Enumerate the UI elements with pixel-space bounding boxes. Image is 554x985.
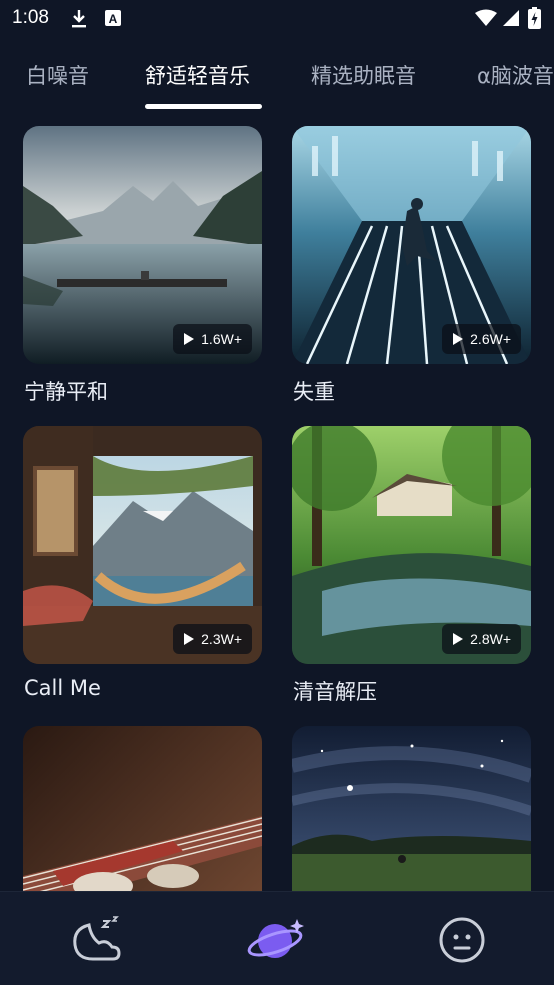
planet-icon (247, 919, 304, 958)
status-time: 1:08 (12, 7, 49, 28)
play-count: 1.6W+ (201, 331, 242, 347)
card-title: 宁静平和 (24, 380, 108, 404)
nav-profile-tab[interactable] (430, 912, 494, 968)
tab-sleep-sounds[interactable]: 精选助眠音 (311, 60, 416, 90)
play-count-badge: 2.3W+ (173, 624, 252, 654)
card-thumbnail: 2.3W+ (23, 426, 262, 664)
card-thumbnail: 2.8W+ (292, 426, 531, 664)
card-title: Call Me (24, 676, 101, 700)
card-thumbnail: 1.6W+ (23, 126, 262, 364)
music-card[interactable]: 1.6W+ 宁静平和 (23, 126, 262, 404)
bottom-navigation (0, 891, 554, 985)
play-icon (184, 633, 195, 645)
play-count-badge: 2.8W+ (442, 624, 521, 654)
wifi-icon (475, 9, 497, 31)
moon-sleep-icon (73, 916, 121, 961)
play-icon (453, 633, 464, 645)
music-card[interactable]: 2.6W+ 失重 (292, 126, 531, 404)
play-count: 2.8W+ (470, 631, 511, 647)
card-title: 清音解压 (293, 680, 377, 704)
tab-alpha-waves[interactable]: α脑波音 (477, 60, 554, 90)
play-count-badge: 2.6W+ (442, 324, 521, 354)
battery-charging-icon (528, 7, 541, 33)
category-tabs: 白噪音 舒适轻音乐 精选助眠音 α脑波音 (0, 48, 554, 110)
play-count: 2.6W+ (470, 331, 511, 347)
tab-white-noise[interactable]: 白噪音 (26, 60, 89, 90)
tab-indicator (145, 104, 262, 109)
card-thumbnail: 2.6W+ (292, 126, 531, 364)
nav-planet-tab[interactable] (245, 912, 309, 968)
a-notification-icon: A (104, 9, 122, 31)
card-title: 失重 (293, 380, 335, 404)
nav-sleep-tab[interactable] (63, 912, 127, 968)
play-icon (453, 333, 464, 345)
signal-icon (502, 9, 520, 31)
status-bar: 1:08 A (0, 0, 554, 40)
download-icon (70, 9, 88, 33)
play-icon (184, 333, 195, 345)
play-count: 2.3W+ (201, 631, 242, 647)
tab-light-music[interactable]: 舒适轻音乐 (145, 60, 250, 90)
smiley-face-icon (439, 917, 485, 963)
svg-text:A: A (109, 12, 118, 26)
music-card[interactable]: 2.3W+ Call Me (23, 426, 262, 700)
music-card[interactable]: 2.8W+ 清音解压 (292, 426, 531, 704)
play-count-badge: 1.6W+ (173, 324, 252, 354)
